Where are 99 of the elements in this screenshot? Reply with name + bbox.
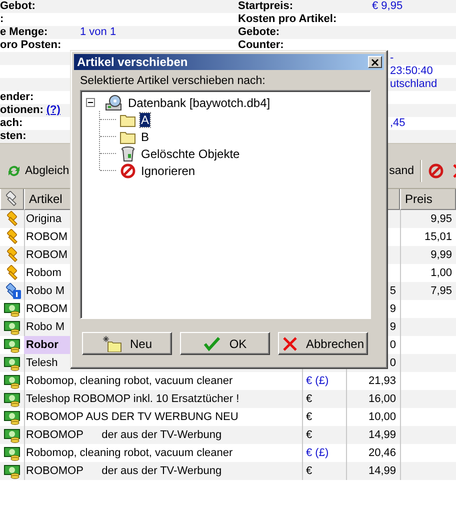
prompt-label: Selektierte Artikel verschieben nach: — [80, 74, 266, 88]
tree-item[interactable]: B — [140, 130, 150, 144]
trash-can-icon — [120, 146, 136, 162]
field-label: oro Posten: — [0, 39, 62, 52]
field-value: utschland — [390, 78, 438, 90]
tree-view[interactable]: Datenbank [baywotch.db4] A B Gelöschte Objekte Ignorieren — [80, 90, 371, 319]
banknote-icon — [4, 391, 20, 407]
table-row[interactable]: ROBOMOP der aus der TV-Werbung € 14,99 — [0, 426, 456, 444]
gavel-icon — [4, 229, 20, 245]
close-icon — [371, 58, 379, 66]
banknote-icon — [4, 463, 20, 479]
table-cell-text: ROBOMOP der aus der TV-Werbung — [25, 464, 223, 479]
field-value: - — [390, 52, 394, 64]
field-label: Gebote: — [238, 26, 280, 38]
collapse-toggle[interactable] — [86, 98, 95, 107]
tree-item[interactable]: Datenbank [baywotch.db4] — [127, 96, 272, 110]
field-label: Counter: — [238, 39, 284, 51]
table-cell-text: 5 — [388, 284, 397, 299]
dialog-button[interactable]: Abbrechen — [278, 332, 368, 355]
field-label: otionen: — [0, 104, 44, 117]
field-label: e Menge: — [0, 26, 48, 39]
table-cell-text: 14,99 — [367, 428, 397, 443]
field-label: sten: — [0, 130, 26, 143]
field-label: Gebot: — [0, 0, 36, 13]
field-value: ,45 — [390, 117, 406, 129]
banknote-icon — [4, 373, 20, 389]
table-cell-text: € — [305, 464, 314, 479]
field-label: ender: — [0, 91, 34, 104]
toolbar-button[interactable]: Abgleich — [4, 160, 72, 182]
table-cell-text: Robo M — [25, 320, 66, 335]
cross-icon — [282, 336, 298, 352]
table-cell-text: € — [305, 392, 314, 407]
table-cell-text: 7,95 — [430, 284, 453, 299]
table-cell-text: ROBOM — [25, 230, 69, 245]
table-cell-text: 9 — [388, 320, 397, 335]
banknote-icon — [4, 355, 20, 371]
table-cell-text: Telesh — [25, 356, 59, 371]
table-cell-text: € — [305, 410, 314, 425]
table-cell-text: ROBOM — [25, 248, 69, 263]
table-row[interactable]: ROBOMOP der aus der TV-Werbung € 14,99 — [0, 462, 456, 480]
field-label: Kosten pro Artikel: — [238, 13, 337, 25]
table-cell-text: € (£) — [305, 446, 330, 461]
table-cell-text: ROBOMOP AUS DER TV WERBUNG NEU — [25, 410, 240, 425]
table-cell-text: 16,00 — [367, 392, 397, 407]
table-cell-text: 20,46 — [367, 446, 397, 461]
table-cell-text: Robom — [25, 266, 62, 281]
table-cell-text: Teleshop ROBOMOP inkl. 10 Ersatztücher ! — [25, 392, 240, 407]
field-label: ach: — [0, 117, 23, 130]
column-header[interactable]: Preis — [400, 189, 456, 210]
gavel-icon — [3, 191, 19, 207]
database-drive-icon — [105, 94, 123, 110]
check-icon — [203, 336, 222, 352]
field-value: € 9,95 — [372, 0, 403, 12]
refresh-icon — [6, 163, 22, 179]
table-cell-text: Robo M — [25, 284, 66, 299]
table-cell-text: Robomop, cleaning robot, vacuum cleaner — [25, 446, 234, 461]
banknote-icon — [4, 337, 20, 353]
gavel-icon — [4, 247, 20, 263]
tree-item[interactable]: Ignorieren — [140, 164, 196, 178]
gavel-icon — [4, 211, 20, 227]
table-row[interactable]: Teleshop ROBOMOP inkl. 10 Ersatztücher ! € 16,00 — [0, 390, 456, 408]
toolbar-button[interactable]: sand — [387, 162, 416, 180]
table-cell-text: Origina — [25, 212, 62, 227]
table-cell-text: 1,00 — [430, 266, 453, 281]
gavel-icon — [4, 265, 20, 281]
table-cell-text: 21,93 — [367, 374, 397, 389]
table-cell-text: 15,01 — [423, 230, 453, 245]
banknote-icon — [4, 427, 20, 443]
table-cell-text: 0 — [388, 356, 397, 371]
table-cell-text: Robomop, cleaning robot, vacuum cleaner — [25, 374, 234, 389]
prohibition-icon — [120, 162, 136, 178]
table-cell-text: € (£) — [305, 374, 330, 389]
field-label: : — [0, 13, 4, 26]
table-cell-text: 9 — [388, 302, 397, 317]
banknote-icon — [4, 319, 20, 335]
table-cell-text: ROBOMOP der aus der TV-Werbung — [25, 428, 223, 443]
banknote-icon — [4, 445, 20, 461]
table-cell-text: 14,99 — [367, 464, 397, 479]
prohibition-icon[interactable] — [428, 163, 444, 179]
tree-item[interactable]: A — [140, 112, 150, 126]
banknote-icon — [4, 301, 20, 317]
gavel-badge-icon — [3, 283, 21, 299]
field-value: 23:50:40 — [390, 65, 433, 77]
table-cell-text: 9,99 — [430, 248, 453, 263]
new-folder-icon — [102, 336, 122, 352]
table-cell-text: 9,95 — [430, 212, 453, 227]
folder-icon — [120, 112, 136, 126]
table-cell-text: ROBOM — [25, 302, 69, 317]
banknote-icon — [4, 409, 20, 425]
dialog-button[interactable]: Neu — [82, 332, 172, 355]
dialog-button[interactable]: OK — [180, 332, 270, 355]
field-value: 1 von 1 — [80, 26, 116, 38]
help-link[interactable]: (?) — [46, 104, 60, 117]
table-cell-text: 10,00 — [367, 410, 397, 425]
table-cell-text: € — [305, 428, 314, 443]
tree-item[interactable]: Gelöschte Objekte — [140, 146, 241, 160]
field-label: Startpreis: — [238, 0, 294, 12]
close-button[interactable] — [368, 56, 382, 68]
window-title: Artikel verschieben — [77, 55, 188, 69]
